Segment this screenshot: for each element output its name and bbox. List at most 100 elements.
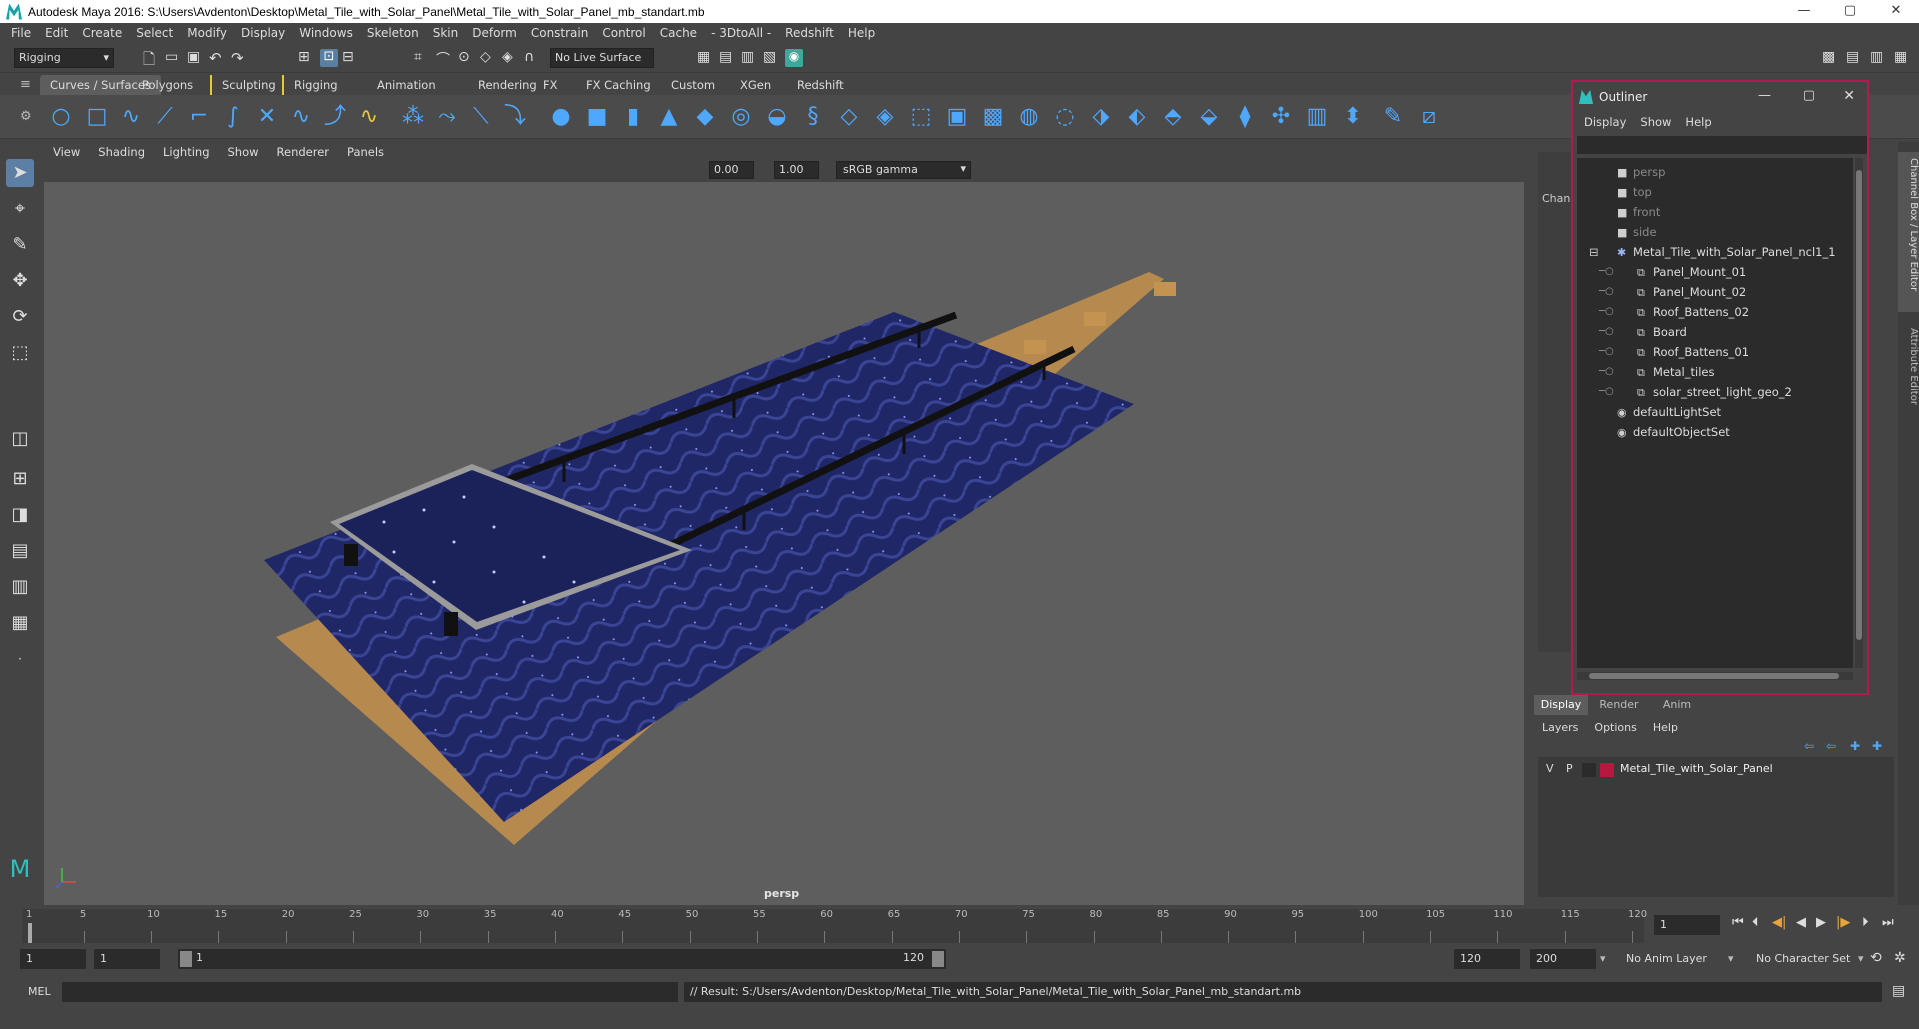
single-view-layout-icon[interactable]: ◫: [6, 425, 34, 453]
channel-box-layer-editor-tab[interactable]: Channel Box / Layer Editor: [1898, 152, 1919, 312]
planar-icon[interactable]: ◇: [836, 104, 862, 130]
outliner-item[interactable]: ■ top: [1617, 182, 1652, 202]
outliner-item[interactable]: ◉ defaultLightSet: [1617, 402, 1721, 422]
save-scene-icon[interactable]: ▣: [187, 49, 205, 67]
menu-create[interactable]: Create: [82, 26, 122, 40]
outliner-menu-show[interactable]: Show: [1640, 115, 1671, 129]
ipr-render-icon[interactable]: ▤: [719, 49, 737, 67]
menu-select[interactable]: Select: [136, 26, 173, 40]
menu-skin[interactable]: Skin: [433, 26, 459, 40]
move-layer-down-icon[interactable]: ⇦: [1826, 739, 1836, 753]
nurbs-cube-icon[interactable]: ■: [584, 104, 610, 130]
viewport-menu-panels[interactable]: Panels: [347, 145, 384, 159]
range-slider[interactable]: 1 120: [178, 949, 946, 969]
menu-redshift[interactable]: Redshift: [785, 26, 834, 40]
layer-tab-display[interactable]: Display: [1534, 695, 1588, 715]
curve-fillet-icon[interactable]: ⟍: [468, 104, 494, 130]
menu-skeleton[interactable]: Skeleton: [367, 26, 419, 40]
nurbs-plane-icon[interactable]: ◆: [692, 104, 718, 130]
layer-menu-layers[interactable]: Layers: [1542, 721, 1578, 734]
nurbs-circle-icon[interactable]: ○: [48, 104, 74, 130]
curve-attach-icon[interactable]: ∿: [356, 104, 382, 130]
outliner-item[interactable]: ■ persp: [1617, 162, 1665, 182]
menu-deform[interactable]: Deform: [472, 26, 517, 40]
nurbs-torus-icon[interactable]: ◎: [728, 104, 754, 130]
detach-surfaces-icon[interactable]: ⧫: [1232, 104, 1258, 130]
play-backward-icon[interactable]: ◀: [1796, 915, 1806, 930]
hypershade-icon[interactable]: ▧: [763, 49, 781, 67]
more-layouts-icon[interactable]: ·: [6, 645, 34, 673]
curve-detach-icon[interactable]: ⁂: [400, 104, 426, 130]
menu-windows[interactable]: Windows: [299, 26, 353, 40]
paint-select-tool-icon[interactable]: ✎: [6, 231, 34, 259]
outliner-horizontal-scrollbar[interactable]: [1577, 672, 1853, 680]
layer-tab-anim[interactable]: Anim: [1650, 695, 1704, 715]
open-scene-icon[interactable]: ▭: [165, 49, 183, 67]
exposure-field[interactable]: 0.00: [709, 161, 754, 179]
play-forward-icon[interactable]: ▶: [1816, 915, 1826, 930]
shelf-tab-custom[interactable]: Custom: [661, 75, 725, 95]
gamma-field[interactable]: 1.00: [774, 161, 819, 179]
menu-display[interactable]: Display: [241, 26, 285, 40]
untrim-icon[interactable]: ⬘: [1160, 104, 1186, 130]
nurbs-cylinder-icon[interactable]: ▮: [620, 104, 646, 130]
layer-menu-help[interactable]: Help: [1653, 721, 1678, 734]
loft-icon[interactable]: §: [800, 104, 826, 130]
intersect-icon[interactable]: ◌: [1052, 104, 1078, 130]
menu-set-dropdown[interactable]: Rigging ▾: [14, 48, 114, 68]
shelf-tab-rigging[interactable]: Rigging: [282, 75, 348, 95]
outliner-item[interactable]: ■ front: [1617, 202, 1660, 222]
color-space-dropdown[interactable]: sRGB gamma ▾: [836, 161, 971, 179]
modeling-toolkit-icon[interactable]: ▩: [1822, 49, 1840, 67]
close-button[interactable]: ✕: [1873, 0, 1919, 23]
pencil-curve-icon[interactable]: ∫: [220, 104, 246, 130]
menu-cache[interactable]: Cache: [660, 26, 697, 40]
playback-start-field[interactable]: 1: [94, 949, 160, 969]
viewport-menu-show[interactable]: Show: [228, 145, 259, 159]
insert-isoparm-icon[interactable]: ▥: [1304, 104, 1330, 130]
outliner-title-bar[interactable]: Outliner — ▢ ✕: [1573, 82, 1867, 112]
layer-color-swatch[interactable]: [1600, 763, 1614, 777]
new-layer-selected-icon[interactable]: ✚: [1872, 739, 1882, 753]
menu-constrain[interactable]: Constrain: [531, 26, 589, 40]
layer-menu-options[interactable]: Options: [1594, 721, 1636, 734]
range-end-handle[interactable]: [932, 951, 944, 967]
ep-curve-icon[interactable]: ⟋: [152, 104, 178, 130]
step-back-key-icon[interactable]: ⏴: [1752, 915, 1759, 930]
nurbs-square-icon[interactable]: □: [84, 104, 110, 130]
shelf-tab-fx-caching[interactable]: FX Caching: [576, 75, 661, 95]
shelf-menu-icon[interactable]: ≡: [20, 77, 31, 92]
curve-offset-icon[interactable]: ⤳: [434, 104, 460, 130]
viewport-menu-lighting[interactable]: Lighting: [163, 145, 209, 159]
outliner-menu-help[interactable]: Help: [1685, 115, 1711, 129]
close-icon[interactable]: ✕: [1843, 88, 1855, 104]
outliner-menu-display[interactable]: Display: [1584, 115, 1626, 129]
shelf-tab-xgen[interactable]: XGen: [730, 75, 781, 95]
step-back-frame-icon[interactable]: ◀|: [1772, 915, 1786, 930]
surface-editing-icon[interactable]: ⧄: [1416, 104, 1442, 130]
new-scene-icon[interactable]: 🗋: [143, 49, 161, 68]
scrollbar-thumb[interactable]: [1589, 673, 1839, 679]
go-to-start-icon[interactable]: ⏮: [1732, 915, 1744, 930]
anim-layer-dropdown[interactable]: No Anim Layer: [1620, 949, 1740, 969]
outliner-item[interactable]: ■ side: [1617, 222, 1657, 242]
start-time-field[interactable]: 1: [20, 949, 86, 969]
bezier-curve-icon[interactable]: ⌐: [186, 104, 212, 130]
menu-edit[interactable]: Edit: [45, 26, 68, 40]
shelf-tab-fx[interactable]: FX: [533, 75, 568, 95]
maya-home-icon[interactable]: M: [6, 855, 34, 883]
select-hierarchy-icon[interactable]: ⊞: [298, 49, 316, 67]
minimize-button[interactable]: —: [1781, 0, 1827, 23]
outliner-item[interactable]: ⊟ ✱ Metal_Tile_with_Solar_Panel_ncl1_1: [1589, 242, 1836, 262]
attach-surfaces-icon[interactable]: ⬙: [1196, 104, 1222, 130]
go-to-end-icon[interactable]: ⏭: [1882, 915, 1894, 930]
nurbs-cone-icon[interactable]: ▲: [656, 104, 682, 130]
graph-layout-icon[interactable]: ▥: [6, 573, 34, 601]
maximize-button[interactable]: ▢: [1827, 0, 1873, 23]
maximize-icon[interactable]: ▢: [1803, 88, 1815, 103]
select-tool-icon[interactable]: ➤: [6, 159, 34, 187]
shelf-tab-animation[interactable]: Animation: [367, 75, 446, 95]
curve-project-icon[interactable]: ⤵: [502, 104, 528, 130]
select-component-icon[interactable]: ⊟: [342, 49, 360, 67]
step-forward-frame-icon[interactable]: |▶: [1836, 915, 1850, 930]
